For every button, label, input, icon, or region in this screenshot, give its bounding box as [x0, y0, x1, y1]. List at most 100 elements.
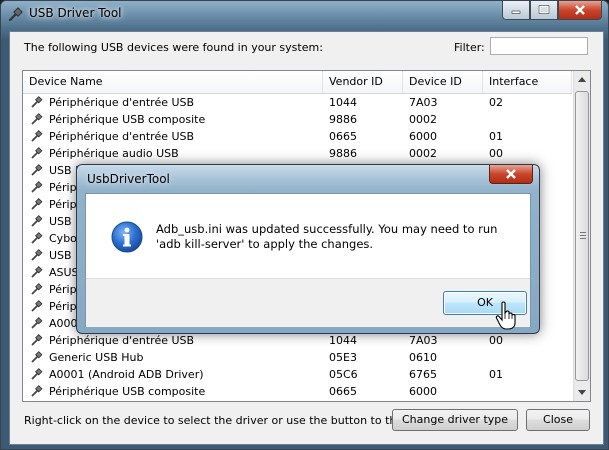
- usb-device-icon: [31, 385, 43, 397]
- usb-device-icon: [31, 130, 43, 142]
- message-dialog: UsbDriverTool Adb_usb.ini was updated su…: [76, 164, 540, 334]
- device-id-cell: 0002: [409, 113, 437, 126]
- arrow-up-icon: [578, 77, 586, 82]
- vendor-id-cell: 9886: [329, 113, 357, 126]
- device-id-cell: 0002: [409, 147, 437, 160]
- device-name: A0001 (Android ADB Driver): [49, 368, 204, 381]
- filter-label: Filter:: [454, 41, 485, 54]
- device-name: Périphérique d'entrée USB: [49, 334, 195, 347]
- maximize-icon: [538, 5, 550, 14]
- device-name: ASUS: [49, 266, 79, 279]
- change-driver-type-button[interactable]: Change driver type: [392, 409, 518, 431]
- table-row[interactable]: Périphérique USB composite 9886 0002: [23, 111, 572, 128]
- interface-cell: 00: [489, 147, 503, 160]
- usb-device-icon: [31, 317, 43, 329]
- device-id-cell: 0610: [409, 351, 437, 364]
- device-name-cell: Périphérique USB composite: [31, 111, 321, 128]
- usb-device-icon: [31, 215, 43, 227]
- hint-text: Right-click on the device to select the …: [24, 414, 436, 427]
- title-bar[interactable]: USB Driver Tool: [1, 1, 608, 29]
- usb-device-icon: [31, 164, 43, 176]
- table-row[interactable]: A0001 (Android ADB Driver) 05C6 6765 01: [23, 366, 572, 383]
- vendor-id-cell: 1044: [329, 334, 357, 347]
- device-id-cell: 7A03: [409, 96, 438, 109]
- scroll-thumb[interactable]: [575, 91, 589, 381]
- list-header: Device Name Vendor ID Device ID Interfac…: [23, 71, 572, 94]
- interface-cell: [489, 349, 569, 366]
- usb-device-icon: [31, 232, 43, 244]
- device-name: Périphérique USB composite: [49, 385, 206, 398]
- vendor-id-cell: 05E3: [329, 351, 357, 364]
- usb-device-icon: [31, 266, 43, 278]
- interface-cell: 01: [489, 130, 503, 143]
- interface-cell: 02: [489, 96, 503, 109]
- close-window-button[interactable]: [558, 1, 602, 20]
- device-id-cell: 6765: [409, 368, 437, 381]
- close-icon: [506, 169, 516, 179]
- table-row[interactable]: Generic USB Hub 05E3 0610: [23, 349, 572, 366]
- device-name-cell: A0001 (Android ADB Driver): [31, 366, 321, 383]
- usb-plug-icon: [8, 7, 23, 22]
- device-name-cell: Périphérique d'entrée USB: [31, 332, 321, 349]
- usb-device-icon: [31, 113, 43, 125]
- device-name-cell: Périphérique d'entrée USB: [31, 94, 321, 111]
- vendor-id-cell: 0665: [329, 385, 357, 398]
- usb-device-icon: [31, 368, 43, 380]
- window-title: USB Driver Tool: [29, 6, 122, 20]
- dialog-title: UsbDriverTool: [87, 172, 170, 186]
- table-row[interactable]: Périphérique audio USB 9886 0002 00: [23, 145, 572, 162]
- device-id-cell: 6000: [409, 385, 437, 398]
- table-row[interactable]: Périphérique d'entrée USB 0665 6000 01: [23, 128, 572, 145]
- vendor-id-cell: 1044: [329, 96, 357, 109]
- usb-device-icon: [31, 96, 43, 108]
- devices-found-label: The following USB devices were found in …: [24, 41, 323, 54]
- table-row[interactable]: Périphérique d'entrée USB 1044 7A03 00: [23, 332, 572, 349]
- vendor-id-cell: 05C6: [329, 368, 358, 381]
- maximize-button[interactable]: [530, 1, 558, 20]
- vendor-id-cell: 0665: [329, 130, 357, 143]
- column-header-device-id[interactable]: Device ID: [403, 71, 483, 93]
- interface-cell: 00: [489, 334, 503, 347]
- minimize-icon: [511, 10, 521, 14]
- column-header-vendor-id[interactable]: Vendor ID: [323, 71, 403, 93]
- interface-cell: [489, 111, 569, 128]
- device-id-cell: 7A03: [409, 334, 438, 347]
- table-row[interactable]: Périphérique USB composite 0665 6000: [23, 383, 572, 400]
- dialog-body: Adb_usb.ini was updated successfully. Yo…: [85, 193, 531, 327]
- usb-device-icon: [31, 249, 43, 261]
- usb-device-icon: [31, 334, 43, 346]
- usb-device-icon: [31, 300, 43, 312]
- usb-device-icon: [31, 147, 43, 159]
- usb-device-icon: [31, 283, 43, 295]
- usb-device-icon: [31, 181, 43, 193]
- usb-device-icon: [31, 198, 43, 210]
- dialog-message: Adb_usb.ini was updated successfully. Yo…: [156, 222, 498, 251]
- close-button[interactable]: Close: [526, 409, 590, 431]
- interface-cell: 01: [489, 368, 503, 381]
- table-row[interactable]: Périphérique d'entrée USB 1044 7A03 02: [23, 94, 572, 111]
- device-name-cell: Generic USB Hub: [31, 349, 321, 366]
- dialog-footer: OK: [86, 278, 530, 327]
- device-name: Périphérique d'entrée USB: [49, 130, 195, 143]
- interface-cell: [489, 383, 569, 400]
- device-id-cell: 6000: [409, 130, 437, 143]
- device-name: Generic USB Hub: [49, 351, 144, 364]
- device-name-cell: Périphérique USB composite: [31, 383, 321, 400]
- device-name-cell: Périphérique d'entrée USB: [31, 128, 321, 145]
- grip-icon: [580, 232, 586, 239]
- scroll-down-button[interactable]: [574, 384, 590, 401]
- mouse-pointer-hand-icon: [495, 301, 516, 330]
- minimize-button[interactable]: [502, 1, 530, 20]
- device-name-cell: Périphérique audio USB: [31, 145, 321, 162]
- vertical-scrollbar[interactable]: [573, 71, 590, 401]
- column-header-device-name[interactable]: Device Name: [23, 71, 323, 93]
- vendor-id-cell: 9886: [329, 147, 357, 160]
- close-icon: [575, 5, 585, 15]
- scroll-up-button[interactable]: [574, 71, 590, 88]
- dialog-message-area: Adb_usb.ini was updated successfully. Yo…: [86, 194, 530, 278]
- dialog-close-button[interactable]: [489, 165, 533, 184]
- filter-input[interactable]: [490, 37, 588, 55]
- info-icon: [111, 221, 143, 253]
- column-header-interface[interactable]: Interface: [483, 71, 572, 93]
- device-name: Périphérique USB composite: [49, 113, 206, 126]
